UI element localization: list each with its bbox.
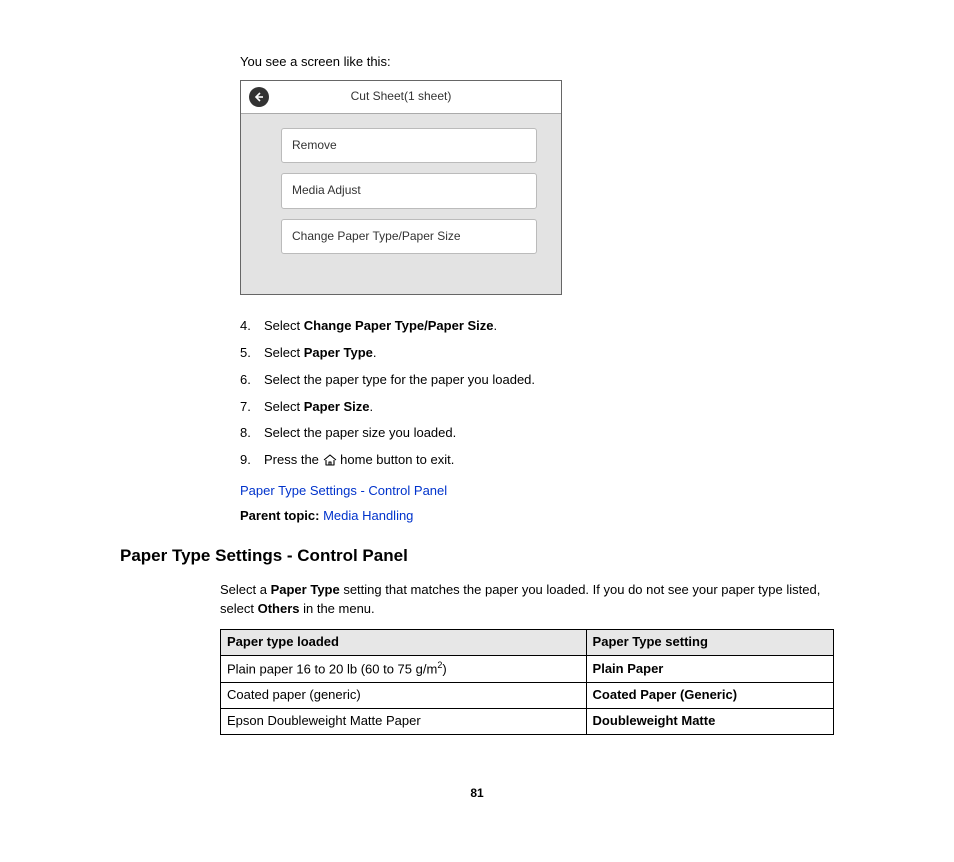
step-number: 9. — [240, 451, 264, 472]
parent-topic-label: Parent topic: — [240, 508, 323, 523]
control-panel-screenshot: Cut Sheet(1 sheet) Remove Media Adjust C… — [240, 80, 562, 295]
step-text: Select the paper type for the paper you … — [264, 371, 535, 390]
step-number: 7. — [240, 398, 264, 417]
step-7: 7. Select Paper Size. — [240, 398, 834, 417]
step-list: 4. Select Change Paper Type/Paper Size. … — [240, 317, 834, 472]
home-icon — [323, 453, 337, 472]
step-number: 5. — [240, 344, 264, 363]
link-media-handling[interactable]: Media Handling — [323, 508, 413, 523]
section-description: Select a Paper Type setting that matches… — [220, 581, 834, 619]
panel-item-media-adjust: Media Adjust — [281, 173, 537, 208]
step-text: Select Paper Size. — [264, 398, 373, 417]
table-header: Paper Type setting — [586, 630, 833, 656]
step-number: 8. — [240, 424, 264, 443]
step-text: Select Paper Type. — [264, 344, 377, 363]
panel-body: Remove Media Adjust Change Paper Type/Pa… — [241, 114, 561, 294]
table-cell: Doubleweight Matte — [586, 708, 833, 734]
table-cell: Coated paper (generic) — [221, 683, 587, 709]
step-text: Select Change Paper Type/Paper Size. — [264, 317, 497, 336]
step-4: 4. Select Change Paper Type/Paper Size. — [240, 317, 834, 336]
intro-text: You see a screen like this: — [240, 53, 834, 72]
section-heading: Paper Type Settings - Control Panel — [120, 544, 834, 569]
page-number: 81 — [120, 785, 834, 802]
table-row: Plain paper 16 to 20 lb (60 to 75 g/m2) … — [221, 655, 834, 682]
table-cell: Plain paper 16 to 20 lb (60 to 75 g/m2) — [221, 655, 587, 682]
panel-item-change-paper: Change Paper Type/Paper Size — [281, 219, 537, 254]
table-cell: Plain Paper — [586, 655, 833, 682]
table-cell: Epson Doubleweight Matte Paper — [221, 708, 587, 734]
link-paper-type-settings[interactable]: Paper Type Settings - Control Panel — [240, 483, 447, 498]
step-8: 8. Select the paper size you loaded. — [240, 424, 834, 443]
panel-header: Cut Sheet(1 sheet) — [241, 81, 561, 114]
step-9: 9. Press the home button to exit. — [240, 451, 834, 472]
paper-type-table: Paper type loaded Paper Type setting Pla… — [220, 629, 834, 735]
step-number: 4. — [240, 317, 264, 336]
table-header: Paper type loaded — [221, 630, 587, 656]
table-cell: Coated Paper (Generic) — [586, 683, 833, 709]
table-row: Epson Doubleweight Matte Paper Doublewei… — [221, 708, 834, 734]
step-5: 5. Select Paper Type. — [240, 344, 834, 363]
table-row: Coated paper (generic) Coated Paper (Gen… — [221, 683, 834, 709]
step-text: Press the home button to exit. — [264, 451, 454, 472]
step-6: 6. Select the paper type for the paper y… — [240, 371, 834, 390]
table-header-row: Paper type loaded Paper Type setting — [221, 630, 834, 656]
step-text: Select the paper size you loaded. — [264, 424, 456, 443]
panel-title: Cut Sheet(1 sheet) — [249, 88, 553, 105]
parent-topic: Parent topic: Media Handling — [240, 507, 834, 526]
step-number: 6. — [240, 371, 264, 390]
panel-item-remove: Remove — [281, 128, 537, 163]
